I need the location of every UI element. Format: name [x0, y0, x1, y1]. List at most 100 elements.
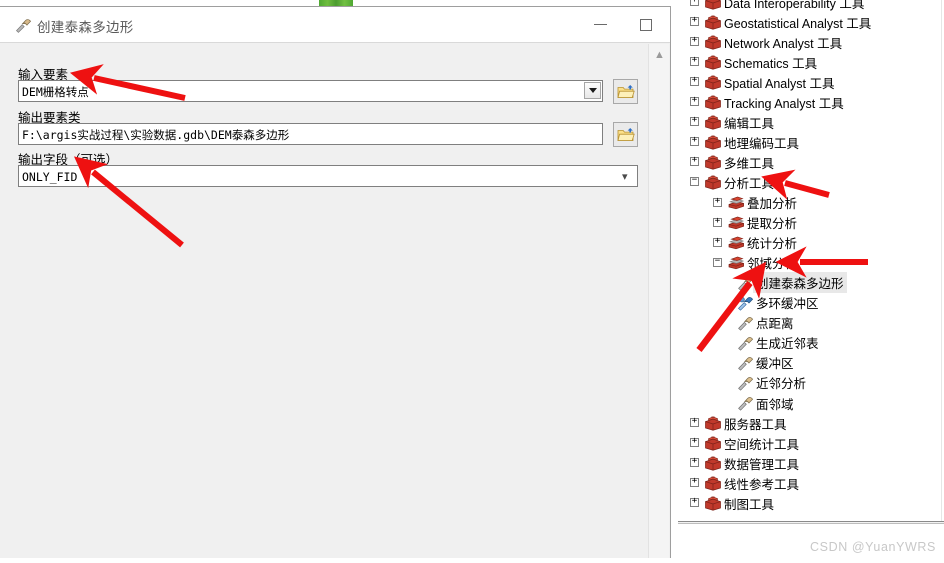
tree-item-label: 制图工具	[724, 497, 775, 512]
input-features-dropdown-button[interactable]	[584, 82, 601, 99]
minimize-icon	[594, 24, 607, 25]
tree-item[interactable]: + 制图工具	[690, 493, 774, 513]
tree-item-label: 缓冲区	[756, 357, 794, 372]
scroll-up-button[interactable]: ▲	[649, 44, 670, 66]
tree-item-label: 创建泰森多边形	[753, 272, 847, 294]
output-feature-class-textbox[interactable]: F:\argis实战过程\实验数据.gdb\DEM泰森多边形	[18, 123, 603, 145]
tree-item[interactable]: 面邻域	[736, 393, 794, 413]
tree-item-label: Geostatistical Analyst 工具	[724, 16, 872, 31]
tree-item[interactable]: − 分析工具	[690, 172, 774, 192]
dialog-body: 输入要素 DEM栅格转点 输出要素类 F:\argis实战过程\实验数据.gdb…	[0, 44, 670, 558]
toolset-icon	[728, 236, 745, 249]
tree-item-label: 叠加分析	[747, 197, 798, 211]
toolbox-icon	[705, 176, 721, 191]
tree-item[interactable]: + 服务器工具	[690, 413, 787, 433]
tree-expander-plus-icon[interactable]: +	[690, 457, 699, 468]
tree-item[interactable]: + 线性参考工具	[690, 473, 799, 493]
hammer-tool-icon	[738, 276, 754, 291]
tree-expander-plus-icon[interactable]: +	[690, 136, 699, 147]
hammer-tool-icon	[738, 336, 754, 351]
tree-item-label: 近邻分析	[756, 377, 807, 392]
tree-item[interactable]: + Spatial Analyst 工具	[690, 72, 834, 92]
hammer-tool-icon	[738, 316, 754, 331]
tree-item[interactable]: + Network Analyst 工具	[690, 32, 842, 52]
arctoolbox-tree[interactable]: + Data Interoperability 工具 + Geostatistical…	[678, 0, 944, 521]
tree-expander-minus-icon[interactable]: −	[713, 256, 722, 267]
tree-item[interactable]: + 提取分析	[713, 213, 797, 233]
tree-expander-plus-icon[interactable]: +	[690, 437, 699, 448]
minimize-button[interactable]	[578, 7, 623, 42]
tree-expander-plus-icon[interactable]: +	[690, 56, 699, 67]
tree-expander-plus-icon[interactable]: +	[690, 16, 699, 27]
tree-expander-minus-icon[interactable]: −	[690, 176, 699, 187]
tree-item[interactable]: 缓冲区	[736, 353, 794, 373]
toolbox-icon	[705, 75, 721, 90]
tree-expander-plus-icon[interactable]: +	[690, 116, 699, 127]
tree-item[interactable]: + Tracking Analyst 工具	[690, 92, 844, 112]
tree-item-label: 分析工具	[724, 176, 775, 191]
output-fields-dropdown[interactable]: ONLY_FID	[18, 165, 638, 187]
tree-item[interactable]: + 空间统计工具	[690, 433, 799, 453]
tree-item[interactable]: + Geostatistical Analyst 工具	[690, 12, 871, 32]
tree-item-label: 多维工具	[724, 156, 775, 171]
tree-item[interactable]: 多环缓冲区	[736, 293, 819, 313]
tree-expander-plus-icon[interactable]: +	[690, 96, 699, 107]
tree-item[interactable]: + 编辑工具	[690, 112, 774, 132]
maximize-button[interactable]	[623, 7, 668, 42]
tree-item-label: 多环缓冲区	[756, 297, 819, 312]
tree-item[interactable]: + 多维工具	[690, 152, 774, 172]
open-folder-icon	[616, 84, 635, 98]
tree-expander-plus-icon[interactable]: +	[690, 497, 699, 508]
tree-item[interactable]: + 地理编码工具	[690, 132, 799, 152]
tree-item-label: Data Interoperability 工具	[724, 0, 865, 11]
hammer-tool-icon	[738, 397, 754, 411]
toolbox-icon	[705, 436, 721, 451]
watermark: CSDN @YuanYWRS	[810, 540, 936, 554]
tree-item[interactable]: + Data Interoperability 工具	[690, 0, 864, 12]
tree-item[interactable]: + 统计分析	[713, 233, 797, 253]
output-fields-chevron-down-icon[interactable]: ▾	[622, 170, 628, 183]
toolbox-icon	[705, 135, 721, 150]
tree-item[interactable]: 近邻分析	[736, 373, 806, 393]
tree-expander-plus-icon[interactable]: +	[713, 196, 722, 207]
toolbox-icon	[705, 416, 721, 431]
toolbox-icon	[705, 15, 721, 30]
tree-item-label: 邻域分析	[747, 257, 798, 272]
tree-expander-plus-icon[interactable]: +	[690, 36, 699, 47]
dialog-scrollbar[interactable]: ▲	[648, 44, 669, 558]
screenshot-root: 创建泰森多边形 输入要素 DEM栅格转点 输出要素类 F:\argis实战过程\…	[0, 0, 944, 563]
dialog-titlebar[interactable]: 创建泰森多边形	[0, 7, 670, 43]
tree-item-label: 点距离	[756, 317, 794, 332]
tree-item-label: 面邻域	[756, 397, 794, 412]
input-features-browse-button[interactable]	[613, 79, 638, 104]
output-feature-class-browse-button[interactable]	[613, 122, 638, 147]
input-features-combobox[interactable]: DEM栅格转点	[18, 80, 603, 102]
toolset-icon	[728, 256, 745, 269]
tree-expander-plus-icon[interactable]: +	[713, 236, 722, 247]
dialog-title: 创建泰森多边形	[37, 20, 134, 35]
toolbox-icon	[705, 0, 721, 10]
tree-expander-plus-icon[interactable]: +	[690, 156, 699, 167]
tree-item[interactable]: − 邻域分析	[713, 253, 797, 273]
tree-expander-plus-icon[interactable]: +	[690, 0, 699, 6]
toolbox-icon	[705, 155, 721, 170]
script-tool-icon	[737, 296, 754, 311]
tree-item-label: 提取分析	[747, 217, 798, 232]
tree-item[interactable]: 生成近邻表	[736, 333, 819, 353]
tree-item-label: 编辑工具	[724, 116, 775, 131]
maximize-icon	[639, 18, 652, 31]
geoprocessing-dialog: 创建泰森多边形 输入要素 DEM栅格转点 输出要素类 F:\argis实战过程\…	[0, 6, 671, 558]
toolbox-icon	[705, 95, 721, 110]
tree-expander-plus-icon[interactable]: +	[690, 76, 699, 87]
tree-expander-plus-icon[interactable]: +	[690, 477, 699, 488]
tree-item[interactable]: 点距离	[736, 313, 794, 333]
toolset-icon	[728, 196, 745, 209]
tree-item[interactable]: + Schematics 工具	[690, 52, 817, 72]
tree-item[interactable]: + 数据管理工具	[690, 453, 799, 473]
tree-item[interactable]: + 叠加分析	[713, 193, 797, 213]
tree-item[interactable]: 创建泰森多边形	[736, 272, 847, 294]
toolbox-icon	[705, 496, 721, 511]
tree-expander-plus-icon[interactable]: +	[713, 216, 722, 227]
toolbox-icon	[705, 55, 721, 70]
tree-expander-plus-icon[interactable]: +	[690, 417, 699, 428]
